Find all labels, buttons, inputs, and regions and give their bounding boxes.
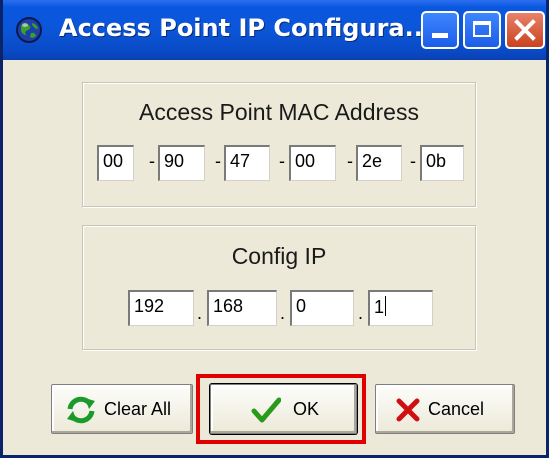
ok-label: OK <box>293 399 320 419</box>
x-icon <box>396 398 420 422</box>
minimize-icon <box>432 33 448 38</box>
mac-address-group: Access Point MAC Address <box>82 82 476 207</box>
mac-separator: - <box>347 151 353 171</box>
mac-octet-3[interactable]: 47 <box>224 145 270 181</box>
ip-octet-4[interactable]: 1 <box>368 290 433 326</box>
maximize-button[interactable] <box>463 11 501 49</box>
close-icon <box>514 19 536 41</box>
config-ip-label: Config IP <box>231 243 327 269</box>
mac-separator: - <box>149 151 155 171</box>
mac-separator: - <box>279 151 285 171</box>
checkmark-icon <box>251 397 281 423</box>
mac-separator: - <box>215 151 221 171</box>
ip-octet-1[interactable]: 192 <box>128 290 194 326</box>
clear-all-button[interactable]: Clear All <box>51 384 193 434</box>
cancel-button[interactable]: Cancel <box>375 384 515 434</box>
ok-button[interactable]: OK <box>210 384 357 434</box>
ip-octet-2[interactable]: 168 <box>207 290 277 326</box>
ip-octet-4-value: 1 <box>374 297 385 317</box>
ip-separator: . <box>280 303 286 323</box>
mac-octet-4[interactable]: 00 <box>289 145 336 181</box>
ip-separator: . <box>358 303 364 323</box>
mac-octet-1[interactable]: 00 <box>97 145 134 181</box>
minimize-button[interactable] <box>421 11 459 49</box>
refresh-icon <box>67 396 95 424</box>
mac-address-label: Access Point MAC Address <box>139 99 419 125</box>
title-bar[interactable]: Access Point IP Configura... <box>3 0 546 60</box>
globe-icon <box>16 17 42 43</box>
mac-separator: - <box>410 151 416 171</box>
clear-all-label: Clear All <box>104 399 172 419</box>
cancel-label: Cancel <box>428 399 485 419</box>
maximize-icon <box>473 21 491 37</box>
window-title: Access Point IP Configura... <box>59 14 432 42</box>
mac-octet-5[interactable]: 2e <box>356 145 402 181</box>
close-button[interactable] <box>505 11 545 49</box>
mac-octet-6[interactable]: 0b <box>420 145 464 181</box>
ip-octet-3[interactable]: 0 <box>290 290 354 326</box>
config-dialog: Access Point IP Configura... Access Poin… <box>0 0 549 458</box>
config-ip-group: Config IP <box>82 225 476 350</box>
ip-separator: . <box>197 303 203 323</box>
text-caret <box>385 296 387 316</box>
mac-octet-2[interactable]: 90 <box>158 145 205 181</box>
